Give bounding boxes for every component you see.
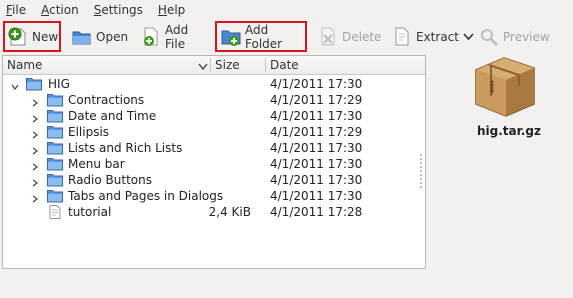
menu-file[interactable]: File xyxy=(6,3,26,17)
desktop-archive[interactable]: hig.tar.gz xyxy=(464,52,554,142)
menu-settings[interactable]: Settings xyxy=(94,3,143,17)
toolbar: New Open Add File Add Folder Delete Extr… xyxy=(0,21,573,53)
tree-row[interactable]: Tabs and Pages in Dialogs 4/1/2011 17:30 xyxy=(3,188,425,204)
expand-arrow-icon[interactable] xyxy=(32,112,39,123)
folder-icon xyxy=(47,173,63,187)
file-tree: HIG 4/1/2011 17:30 Contractions 4/1/2011… xyxy=(3,76,425,220)
extract-button-label: Extract xyxy=(416,29,459,44)
tree-row-name: Lists and Rich Lists xyxy=(68,141,183,155)
folder-icon xyxy=(26,77,42,91)
tree-row-date: 4/1/2011 17:29 xyxy=(270,93,363,107)
tree-row-name: HIG xyxy=(48,77,70,91)
tree-row-name: Date and Time xyxy=(68,109,157,123)
folder-icon xyxy=(47,189,63,203)
tree-row-date: 4/1/2011 17:29 xyxy=(270,125,363,139)
collapse-arrow-icon[interactable] xyxy=(11,80,19,90)
file-list: Name Size Date HIG 4/1/2011 17:30 Contra… xyxy=(2,55,426,269)
chevron-down-icon xyxy=(463,30,474,44)
new-button[interactable]: New xyxy=(3,21,61,52)
add-file-button-label: Add File xyxy=(165,22,189,51)
expand-arrow-icon[interactable] xyxy=(32,96,39,107)
menu-help[interactable]: Help xyxy=(158,3,185,17)
expand-arrow-icon[interactable] xyxy=(32,144,39,155)
column-size[interactable]: Size xyxy=(215,58,240,72)
column-date[interactable]: Date xyxy=(270,58,299,72)
delete-icon xyxy=(318,27,338,47)
text-file-icon xyxy=(47,205,63,219)
add-folder-button-label: Add Folder xyxy=(245,22,283,51)
preview-button-label: Preview xyxy=(503,29,550,44)
folder-icon xyxy=(47,109,63,123)
folder-icon xyxy=(47,125,63,139)
folder-open-icon xyxy=(72,27,92,47)
expand-arrow-icon[interactable] xyxy=(32,176,39,187)
sort-chevron-icon[interactable] xyxy=(198,60,208,71)
tree-row[interactable]: Lists and Rich Lists 4/1/2011 17:30 xyxy=(3,140,425,156)
menu-bar: File Action Settings Help xyxy=(0,0,573,20)
column-separator xyxy=(210,58,211,72)
preview-button[interactable]: Preview xyxy=(479,21,551,52)
tree-row-name: Contractions xyxy=(68,93,145,107)
add-folder-icon xyxy=(221,27,241,47)
open-button[interactable]: Open xyxy=(72,21,132,52)
scrollbar-grip[interactable] xyxy=(417,76,425,266)
expand-arrow-icon[interactable] xyxy=(32,160,39,171)
expand-arrow-icon[interactable] xyxy=(32,128,39,139)
folder-icon xyxy=(47,141,63,155)
menu-action[interactable]: Action xyxy=(41,3,79,17)
add-file-button[interactable]: Add File xyxy=(141,21,211,52)
tree-row-date: 4/1/2011 17:30 xyxy=(270,141,363,155)
tree-row-date: 4/1/2011 17:30 xyxy=(270,173,363,187)
tree-row-root[interactable]: HIG 4/1/2011 17:30 xyxy=(3,76,425,92)
tree-row-date: 4/1/2011 17:28 xyxy=(270,205,363,219)
tree-row-date: 4/1/2011 17:30 xyxy=(270,77,363,91)
column-name[interactable]: Name xyxy=(7,58,42,72)
tree-row[interactable]: Radio Buttons 4/1/2011 17:30 xyxy=(3,172,425,188)
open-button-label: Open xyxy=(96,29,129,44)
tree-row-name: Ellipsis xyxy=(68,125,110,139)
delete-button[interactable]: Delete xyxy=(318,21,382,52)
file-list-header: Name Size Date xyxy=(3,56,425,75)
new-button-label: New xyxy=(32,29,59,44)
preview-icon xyxy=(479,27,499,47)
tree-row[interactable]: tutorial 2,4 KiB 4/1/2011 17:28 xyxy=(3,204,425,220)
extract-button[interactable]: Extract xyxy=(392,21,462,52)
tree-row-name: Tabs and Pages in Dialogs xyxy=(68,189,224,203)
extract-dropdown[interactable] xyxy=(463,21,475,52)
tree-row-date: 4/1/2011 17:30 xyxy=(270,109,363,123)
folder-icon xyxy=(47,157,63,171)
tree-row[interactable]: Menu bar 4/1/2011 17:30 xyxy=(3,156,425,172)
archive-box-icon xyxy=(470,52,540,121)
tree-row-name: Radio Buttons xyxy=(68,173,152,187)
add-file-icon xyxy=(141,27,161,47)
add-folder-button[interactable]: Add Folder xyxy=(215,21,307,52)
expand-arrow-icon[interactable] xyxy=(32,192,39,203)
new-archive-icon xyxy=(8,27,28,47)
tree-row-date: 4/1/2011 17:30 xyxy=(270,157,363,171)
folder-icon xyxy=(47,93,63,107)
delete-button-label: Delete xyxy=(342,29,382,44)
tree-row-name: tutorial xyxy=(68,205,112,219)
tree-row-date: 4/1/2011 17:30 xyxy=(270,189,363,203)
tree-row-size: 2,4 KiB xyxy=(208,205,251,219)
tree-row[interactable]: Date and Time 4/1/2011 17:30 xyxy=(3,108,425,124)
tree-row-name: Menu bar xyxy=(68,157,125,171)
extract-icon xyxy=(392,27,412,47)
tree-row[interactable]: Ellipsis 4/1/2011 17:29 xyxy=(3,124,425,140)
column-separator xyxy=(265,58,266,72)
archive-label: hig.tar.gz xyxy=(477,124,541,138)
tree-row[interactable]: Contractions 4/1/2011 17:29 xyxy=(3,92,425,108)
